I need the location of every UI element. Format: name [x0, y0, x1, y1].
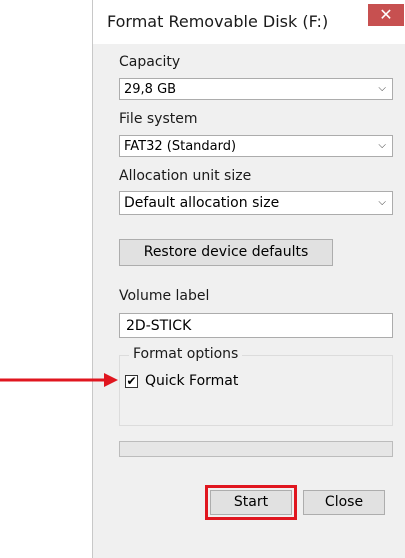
chevron-down-icon: ⌵: [378, 197, 386, 208]
file-system-label: File system: [119, 111, 198, 127]
allocation-value: Default allocation size: [124, 195, 280, 211]
chevron-down-icon: ⌵: [378, 83, 386, 94]
quick-format-checkbox[interactable]: ✔: [125, 375, 138, 388]
file-system-value: FAT32 (Standard): [124, 139, 237, 154]
close-label: Close: [324, 494, 364, 510]
quick-format-label: Quick Format: [145, 373, 239, 389]
restore-defaults-button[interactable]: Restore device defaults: [119, 239, 333, 266]
volume-label-input[interactable]: [119, 313, 393, 338]
format-options-legend: Format options: [129, 346, 243, 362]
capacity-value: 29,8 GB: [124, 82, 177, 97]
chevron-down-icon: ⌵: [378, 140, 386, 151]
annotation-arrow-icon: [0, 373, 118, 387]
checkmark-icon: ✔: [126, 374, 137, 388]
close-button[interactable]: Close: [303, 490, 385, 515]
window-title: Format Removable Disk (F:): [107, 12, 329, 31]
allocation-select[interactable]: Default allocation size ⌵: [119, 191, 393, 215]
volume-label-label: Volume label: [119, 288, 210, 304]
capacity-label: Capacity: [119, 54, 181, 70]
capacity-select[interactable]: 29,8 GB ⌵: [119, 78, 393, 100]
format-dialog: Format Removable Disk (F:) ✕ Capacity 29…: [92, 0, 405, 558]
close-window-button[interactable]: ✕: [368, 4, 404, 26]
close-icon: ✕: [379, 5, 393, 24]
format-options-group: [119, 355, 393, 426]
file-system-select[interactable]: FAT32 (Standard) ⌵: [119, 135, 393, 157]
restore-defaults-label: Restore device defaults: [143, 244, 309, 260]
allocation-label: Allocation unit size: [119, 168, 252, 184]
format-progress-bar: [119, 441, 393, 457]
title-bar: Format Removable Disk (F:) ✕: [93, 0, 405, 44]
start-highlight-box: [205, 485, 297, 520]
